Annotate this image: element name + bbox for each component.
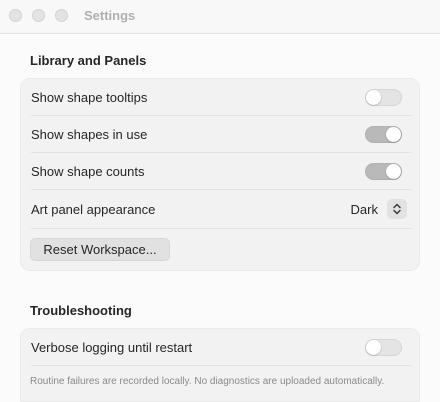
show-shape-tooltips-toggle[interactable] xyxy=(365,89,402,106)
show-shape-counts-toggle[interactable] xyxy=(365,163,402,180)
show-shape-counts-label: Show shape counts xyxy=(31,164,145,179)
show-shapes-in-use-row: Show shapes in use xyxy=(31,116,411,153)
close-window-button[interactable] xyxy=(9,9,22,22)
troubleshooting-heading: Troubleshooting xyxy=(30,303,132,318)
verbose-logging-toggle[interactable] xyxy=(365,339,402,356)
art-panel-appearance-label: Art panel appearance xyxy=(31,202,156,217)
show-shape-tooltips-label: Show shape tooltips xyxy=(31,90,148,105)
zoom-window-button[interactable] xyxy=(55,9,68,22)
art-panel-appearance-row: Art panel appearance Dark xyxy=(31,190,411,229)
toggle-knob xyxy=(386,127,401,142)
troubleshooting-footnote: Routine failures are recorded locally. N… xyxy=(30,376,385,387)
reset-workspace-button[interactable]: Reset Workspace... xyxy=(30,238,170,261)
title-bar: Settings xyxy=(0,0,440,34)
minimize-window-button[interactable] xyxy=(32,9,45,22)
library-panels-group: Show shape tooltips Show shapes in use S… xyxy=(20,78,420,271)
verbose-logging-row: Verbose logging until restart xyxy=(31,329,411,366)
art-panel-appearance-value[interactable]: Dark xyxy=(351,202,378,217)
chevron-up-down-icon[interactable] xyxy=(387,199,407,219)
library-panels-heading: Library and Panels xyxy=(30,53,147,68)
window-title: Settings xyxy=(84,8,136,23)
troubleshooting-group: Verbose logging until restart xyxy=(20,328,420,402)
show-shapes-in-use-label: Show shapes in use xyxy=(31,127,148,142)
show-shape-counts-row: Show shape counts xyxy=(31,153,411,190)
show-shapes-in-use-toggle[interactable] xyxy=(365,126,402,143)
toggle-knob xyxy=(366,90,381,105)
show-shape-tooltips-row: Show shape tooltips xyxy=(31,79,411,116)
toggle-knob xyxy=(366,340,381,355)
verbose-logging-label: Verbose logging until restart xyxy=(31,340,193,355)
toggle-knob xyxy=(386,164,401,179)
